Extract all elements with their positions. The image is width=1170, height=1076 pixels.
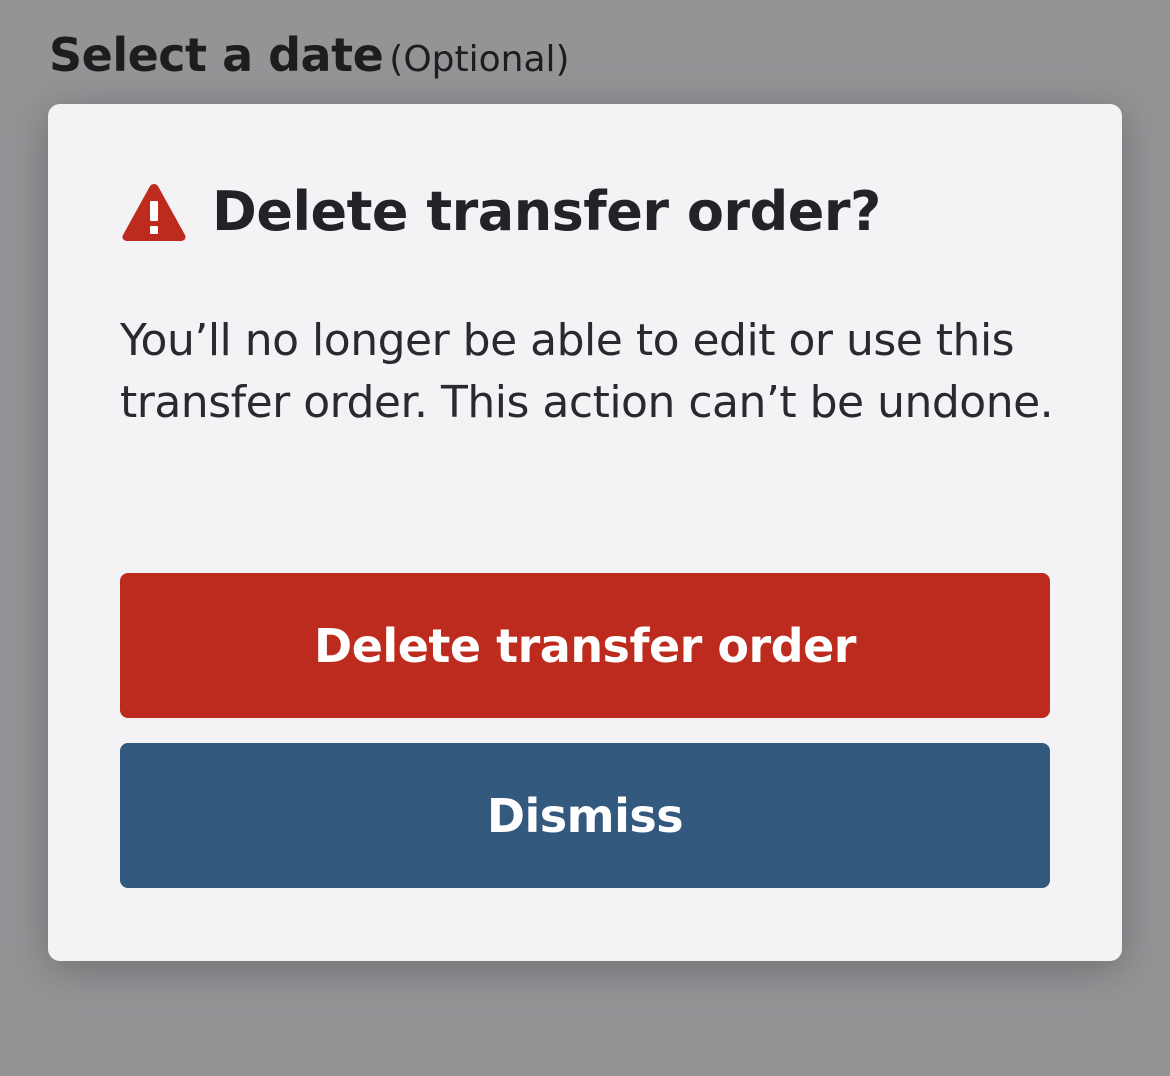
delete-confirmation-dialog: Delete transfer order? You’ll no longer …	[48, 104, 1122, 961]
date-field-label-text: Select a date	[49, 28, 384, 82]
optional-label: (Optional)	[389, 39, 570, 80]
dialog-title: Delete transfer order?	[212, 180, 881, 243]
date-field-label: Select a date (Optional)	[49, 28, 570, 82]
delete-transfer-order-button[interactable]: Delete transfer order	[120, 573, 1050, 718]
dismiss-button[interactable]: Dismiss	[120, 743, 1050, 888]
warning-triangle-icon	[122, 183, 186, 241]
dialog-header: Delete transfer order?	[120, 180, 881, 243]
dialog-message: You’ll no longer be able to edit or use …	[120, 315, 1054, 428]
